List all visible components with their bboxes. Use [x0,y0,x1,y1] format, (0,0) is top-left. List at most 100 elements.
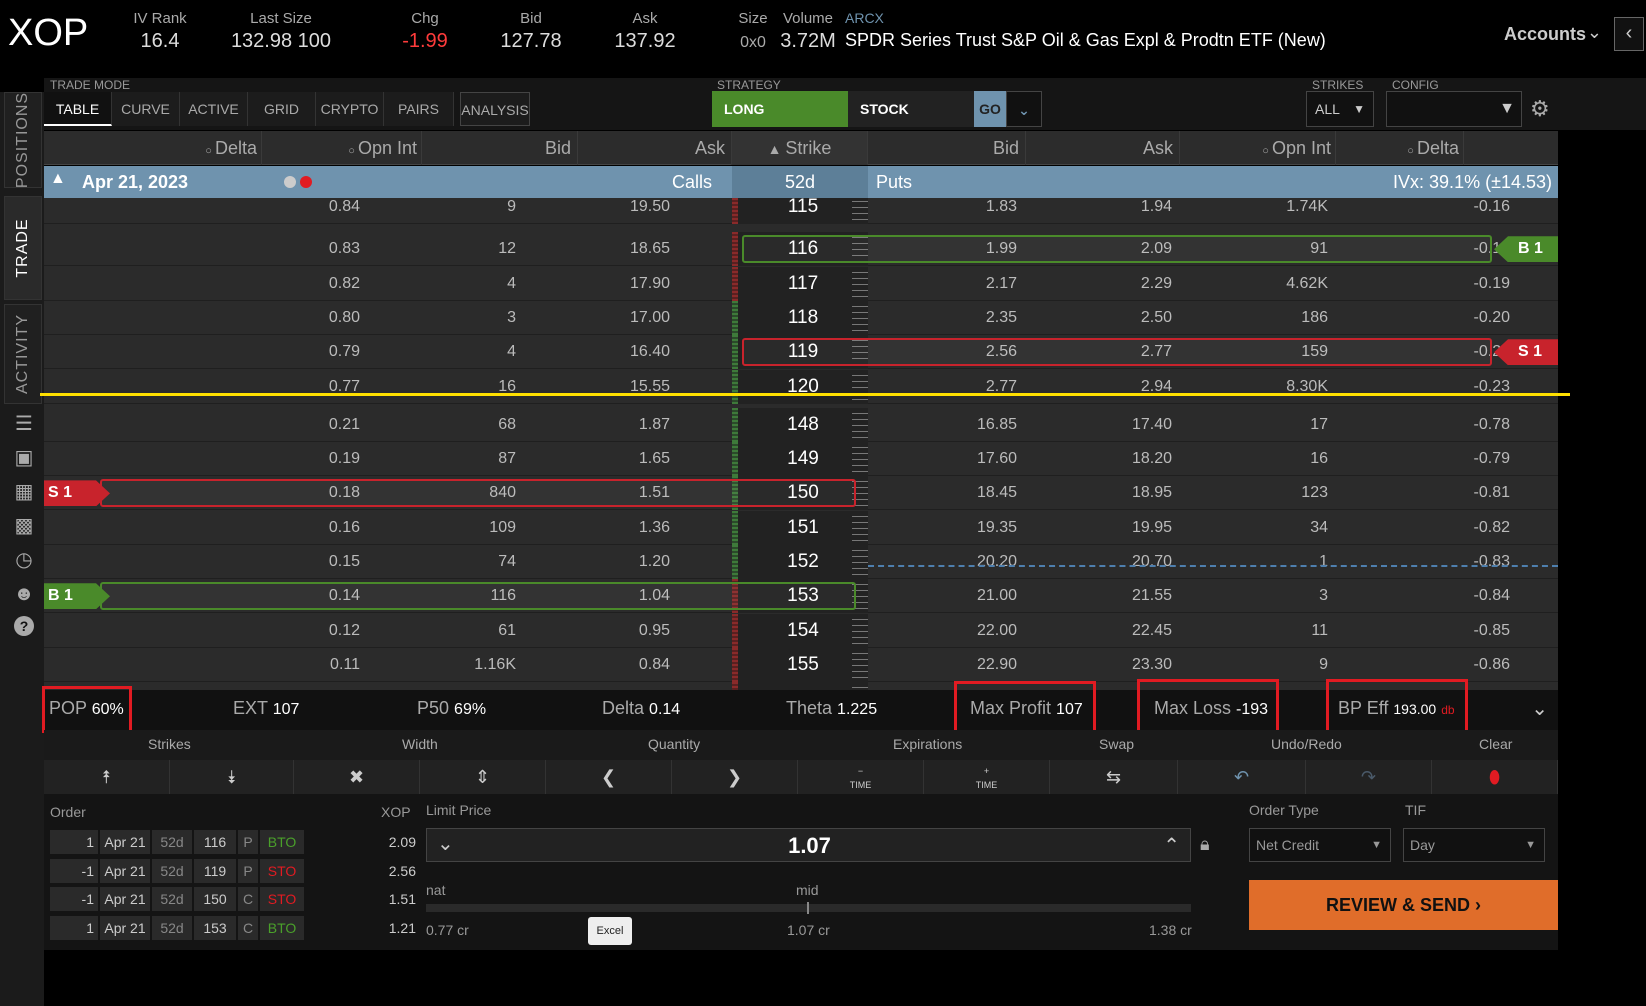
strike-cell[interactable]: 154 [738,613,868,648]
col-strike[interactable]: ▲ Strike [732,131,868,165]
put-bid[interactable]: 18.45 [977,476,1017,510]
call-delta[interactable]: 0.11 [330,648,360,682]
call-bid[interactable]: 1.65 [639,442,670,476]
table-row[interactable]: 0.161091.361.4915119.3519.9534-0.82 [44,510,1558,545]
chevron-down-icon[interactable]: ⌄ [1006,91,1042,127]
tab-analysis[interactable]: ANALYSIS [460,92,530,126]
call-bid[interactable]: 0.95 [639,614,670,648]
call-oi[interactable]: 109 [489,511,516,545]
call-oi[interactable]: 4 [507,335,516,369]
put-delta[interactable]: -0.83 [1474,545,1510,579]
put-ask[interactable]: 2.29 [1141,267,1172,301]
strike-cell[interactable]: 155 [738,647,868,682]
leg-qty[interactable]: 1 [50,830,98,854]
put-delta[interactable]: -0.79 [1474,442,1510,476]
put-delta[interactable]: -0.87 [1474,682,1510,690]
table-row[interactable]: 0.21681.872.0414816.8517.4017-0.78 [44,407,1558,442]
call-bid[interactable]: 18.65 [630,232,670,266]
width-widen-button[interactable]: ⇕ [420,760,546,794]
call-delta[interactable]: 0.83 [329,232,360,266]
tv-icon[interactable]: ▣ [12,446,36,470]
tab-activity[interactable]: ACTIVITY [4,304,42,404]
expiration-plus-button[interactable]: + TIME [924,760,1050,794]
gauge-icon[interactable]: ◷ [12,548,36,572]
call-oi[interactable]: 12 [498,232,516,266]
help-icon[interactable]: ? [14,616,34,636]
expiration-row[interactable]: ▲ Apr 21, 2023 Calls 52d Puts IVx: 39.1%… [44,166,1558,198]
put-oi[interactable]: 123 [1301,476,1328,510]
leg-qty[interactable]: -1 [50,858,98,883]
put-bid[interactable]: 2.35 [986,301,1017,335]
put-oi[interactable]: 4.62K [1286,267,1328,301]
quantity-decrease-button[interactable]: ❮ [546,760,672,794]
tab-positions[interactable]: POSITIONS [4,92,42,188]
leg-strike[interactable]: 150 [194,887,236,911]
col-call-bid[interactable]: Bid [422,131,578,165]
call-bid[interactable]: 0.76 [639,682,670,690]
tab-pairs[interactable]: PAIRS [384,92,454,126]
strikes-select[interactable]: ALL ▼ [1306,91,1374,127]
call-delta[interactable]: 0.10 [329,682,360,690]
chevron-up-icon[interactable]: ⌃ [1163,833,1180,858]
col-put-opn-int[interactable]: ○ Opn Int [1180,131,1336,165]
call-oi[interactable]: 3 [507,301,516,335]
symbol-title[interactable]: XOP [8,12,88,55]
call-oi[interactable]: 61 [498,614,516,648]
leg-qty[interactable]: 1 [50,915,98,940]
table-row[interactable]: 0.19871.651.8314917.6018.2016-0.79 [44,442,1558,477]
table-row[interactable]: 0.12610.951.1015422.0022.4511-0.85 [44,613,1558,648]
strike-up-button[interactable]: ⯭ [44,760,170,794]
call-bid[interactable]: 15.55 [630,370,670,404]
put-oi[interactable]: 34 [1310,511,1328,545]
call-delta[interactable]: 0.84 [329,198,360,224]
strike-cell[interactable]: 117 [738,266,868,301]
strike-down-button[interactable]: ⯯ [170,760,294,794]
list-icon[interactable]: ☰ [12,412,36,436]
table-row[interactable]: 0.188401.511.6415018.4518.95123-0.81S 1 [44,476,1558,511]
put-ask[interactable]: 20.70 [1132,545,1172,579]
chevron-down-icon[interactable]: ⌄ [1531,696,1548,721]
call-bid[interactable]: 1.20 [639,545,670,579]
limit-price-input[interactable]: ⌄ 1.07 ⌃ [426,828,1191,862]
quantity-increase-button[interactable]: ❯ [672,760,798,794]
strike-cell[interactable]: 148 [738,407,868,442]
put-ask[interactable]: 21.55 [1132,579,1172,613]
table-row[interactable]: 0.831218.6519.201161.992.0991-0.18B 1 [44,232,1558,267]
strategy-long-button[interactable]: LONG [712,91,848,127]
put-ask[interactable]: 19.95 [1132,511,1172,545]
put-delta[interactable]: -0.82 [1474,511,1510,545]
lock-icon[interactable]: 🔒︎ [1200,834,1210,855]
price-slider-handle[interactable] [807,902,809,914]
leg-strike[interactable]: 153 [194,915,236,940]
put-ask[interactable]: 2.50 [1141,301,1172,335]
put-bid[interactable]: 16.85 [977,408,1017,442]
put-delta[interactable]: -0.86 [1474,648,1510,682]
call-oi[interactable]: 16 [498,370,516,404]
tab-crypto[interactable]: CRYPTO [316,92,384,126]
order-type-select[interactable]: Net Credit ▼ [1249,828,1391,862]
redo-button[interactable]: ↷ [1306,760,1432,794]
put-ask[interactable]: 2.94 [1141,370,1172,404]
chevron-down-icon[interactable]: ⌄ [1587,22,1602,43]
call-delta[interactable]: 0.19 [329,442,360,476]
put-delta[interactable]: -0.84 [1474,579,1510,613]
tab-active[interactable]: ACTIVE [180,92,248,126]
call-oi[interactable]: 88 [498,682,516,690]
col-put-delta[interactable]: ○ Delta [1336,131,1464,165]
expiration-minus-button[interactable]: − TIME [798,760,924,794]
leg-qty[interactable]: -1 [50,887,98,911]
strike-cell[interactable]: 115 [738,198,868,224]
col-put-bid[interactable]: Bid [868,131,1026,165]
strike-cell[interactable]: 151 [738,510,868,545]
excel-button[interactable]: Excel [588,917,632,945]
chevron-up-icon[interactable]: ▲ [50,170,66,188]
tif-select[interactable]: Day ▼ [1403,828,1545,862]
put-oi[interactable]: 11 [1311,614,1328,648]
put-bid[interactable]: 19.35 [977,511,1017,545]
table-row[interactable]: 0.84919.5020.051151.831.941.74K-0.16 [44,198,1558,224]
review-send-button[interactable]: REVIEW & SEND › [1249,880,1558,930]
chart-grid-icon[interactable]: ▦ [12,480,36,504]
order-leg[interactable]: -1 Apr 21 52d 150 C STO 1.51 [50,887,420,911]
put-ask[interactable]: 1.94 [1141,198,1172,224]
table-row[interactable]: 0.80317.0017.601182.352.50186-0.20 [44,300,1558,335]
